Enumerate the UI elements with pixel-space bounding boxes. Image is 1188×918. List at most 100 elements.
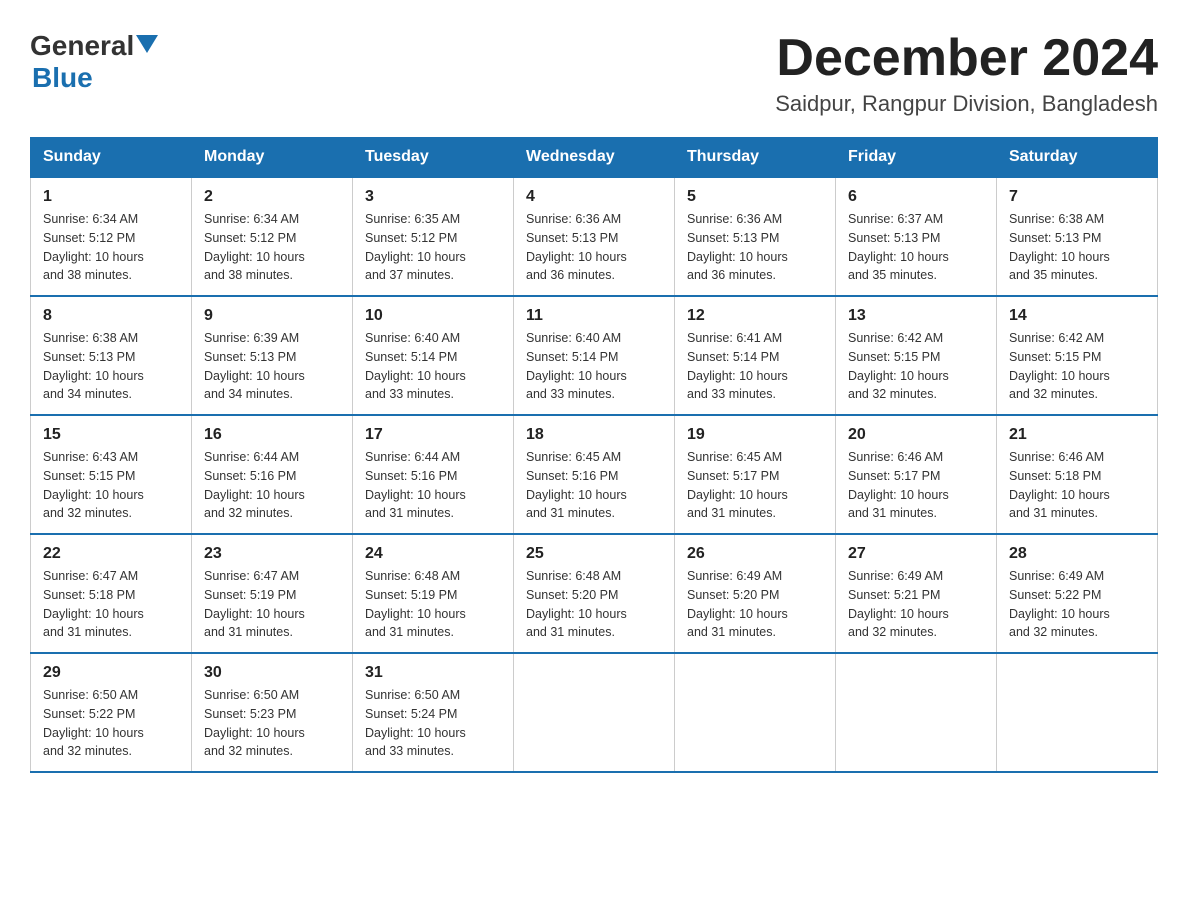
daylight-minutes: and 31 minutes. (204, 625, 293, 639)
sunset-label: Sunset: 5:13 PM (526, 231, 618, 245)
calendar-week-4: 22 Sunrise: 6:47 AM Sunset: 5:18 PM Dayl… (31, 534, 1158, 653)
daylight-label: Daylight: 10 hours (43, 488, 144, 502)
sunrise-label: Sunrise: 6:46 AM (848, 450, 943, 464)
day-info: Sunrise: 6:45 AM Sunset: 5:17 PM Dayligh… (687, 448, 823, 523)
daylight-minutes: and 32 minutes. (43, 744, 132, 758)
day-info: Sunrise: 6:36 AM Sunset: 5:13 PM Dayligh… (687, 210, 823, 285)
daylight-minutes: and 31 minutes. (365, 625, 454, 639)
sunset-label: Sunset: 5:14 PM (526, 350, 618, 364)
header-monday: Monday (192, 138, 353, 178)
sunset-label: Sunset: 5:19 PM (365, 588, 457, 602)
day-info: Sunrise: 6:39 AM Sunset: 5:13 PM Dayligh… (204, 329, 340, 404)
daylight-minutes: and 32 minutes. (848, 387, 937, 401)
calendar-table: Sunday Monday Tuesday Wednesday Thursday… (30, 137, 1158, 773)
day-number: 14 (1009, 307, 1145, 325)
day-info: Sunrise: 6:50 AM Sunset: 5:24 PM Dayligh… (365, 686, 501, 761)
sunrise-label: Sunrise: 6:36 AM (687, 212, 782, 226)
day-info: Sunrise: 6:38 AM Sunset: 5:13 PM Dayligh… (43, 329, 179, 404)
sunrise-label: Sunrise: 6:40 AM (365, 331, 460, 345)
day-info: Sunrise: 6:49 AM Sunset: 5:21 PM Dayligh… (848, 567, 984, 642)
table-row: 21 Sunrise: 6:46 AM Sunset: 5:18 PM Dayl… (997, 415, 1158, 534)
sunrise-label: Sunrise: 6:49 AM (848, 569, 943, 583)
logo-general-text: General (30, 30, 134, 62)
sunset-label: Sunset: 5:13 PM (43, 350, 135, 364)
calendar-week-3: 15 Sunrise: 6:43 AM Sunset: 5:15 PM Dayl… (31, 415, 1158, 534)
daylight-label: Daylight: 10 hours (1009, 607, 1110, 621)
table-row: 30 Sunrise: 6:50 AM Sunset: 5:23 PM Dayl… (192, 653, 353, 772)
daylight-minutes: and 31 minutes. (687, 625, 776, 639)
daylight-label: Daylight: 10 hours (204, 488, 305, 502)
sunrise-label: Sunrise: 6:41 AM (687, 331, 782, 345)
day-info: Sunrise: 6:40 AM Sunset: 5:14 PM Dayligh… (365, 329, 501, 404)
sunset-label: Sunset: 5:13 PM (1009, 231, 1101, 245)
day-info: Sunrise: 6:48 AM Sunset: 5:20 PM Dayligh… (526, 567, 662, 642)
calendar-week-1: 1 Sunrise: 6:34 AM Sunset: 5:12 PM Dayli… (31, 177, 1158, 296)
day-number: 22 (43, 545, 179, 563)
header-saturday: Saturday (997, 138, 1158, 178)
sunset-label: Sunset: 5:13 PM (204, 350, 296, 364)
header-sunday: Sunday (31, 138, 192, 178)
table-row (514, 653, 675, 772)
sunrise-label: Sunrise: 6:38 AM (1009, 212, 1104, 226)
sunrise-label: Sunrise: 6:42 AM (1009, 331, 1104, 345)
table-row: 6 Sunrise: 6:37 AM Sunset: 5:13 PM Dayli… (836, 177, 997, 296)
sunset-label: Sunset: 5:15 PM (1009, 350, 1101, 364)
table-row: 17 Sunrise: 6:44 AM Sunset: 5:16 PM Dayl… (353, 415, 514, 534)
sunset-label: Sunset: 5:15 PM (848, 350, 940, 364)
header-thursday: Thursday (675, 138, 836, 178)
day-info: Sunrise: 6:44 AM Sunset: 5:16 PM Dayligh… (204, 448, 340, 523)
daylight-minutes: and 32 minutes. (1009, 387, 1098, 401)
table-row: 14 Sunrise: 6:42 AM Sunset: 5:15 PM Dayl… (997, 296, 1158, 415)
table-row: 23 Sunrise: 6:47 AM Sunset: 5:19 PM Dayl… (192, 534, 353, 653)
sunrise-label: Sunrise: 6:50 AM (204, 688, 299, 702)
day-info: Sunrise: 6:41 AM Sunset: 5:14 PM Dayligh… (687, 329, 823, 404)
day-info: Sunrise: 6:45 AM Sunset: 5:16 PM Dayligh… (526, 448, 662, 523)
daylight-minutes: and 33 minutes. (526, 387, 615, 401)
header-tuesday: Tuesday (353, 138, 514, 178)
sunset-label: Sunset: 5:18 PM (43, 588, 135, 602)
sunset-label: Sunset: 5:17 PM (687, 469, 779, 483)
sunrise-label: Sunrise: 6:50 AM (365, 688, 460, 702)
sunrise-label: Sunrise: 6:46 AM (1009, 450, 1104, 464)
sunrise-label: Sunrise: 6:48 AM (365, 569, 460, 583)
sunset-label: Sunset: 5:14 PM (687, 350, 779, 364)
sunset-label: Sunset: 5:22 PM (43, 707, 135, 721)
daylight-minutes: and 31 minutes. (1009, 506, 1098, 520)
day-number: 17 (365, 426, 501, 444)
day-number: 2 (204, 188, 340, 206)
sunset-label: Sunset: 5:20 PM (687, 588, 779, 602)
sunset-label: Sunset: 5:19 PM (204, 588, 296, 602)
daylight-label: Daylight: 10 hours (204, 726, 305, 740)
sunset-label: Sunset: 5:14 PM (365, 350, 457, 364)
day-info: Sunrise: 6:46 AM Sunset: 5:18 PM Dayligh… (1009, 448, 1145, 523)
table-row: 13 Sunrise: 6:42 AM Sunset: 5:15 PM Dayl… (836, 296, 997, 415)
daylight-label: Daylight: 10 hours (43, 726, 144, 740)
table-row: 10 Sunrise: 6:40 AM Sunset: 5:14 PM Dayl… (353, 296, 514, 415)
day-number: 31 (365, 664, 501, 682)
daylight-label: Daylight: 10 hours (526, 607, 627, 621)
day-number: 12 (687, 307, 823, 325)
day-number: 3 (365, 188, 501, 206)
day-info: Sunrise: 6:49 AM Sunset: 5:22 PM Dayligh… (1009, 567, 1145, 642)
page-title: December 2024 (775, 30, 1158, 87)
sunrise-label: Sunrise: 6:37 AM (848, 212, 943, 226)
daylight-minutes: and 31 minutes. (43, 625, 132, 639)
table-row: 28 Sunrise: 6:49 AM Sunset: 5:22 PM Dayl… (997, 534, 1158, 653)
calendar-header-row: Sunday Monday Tuesday Wednesday Thursday… (31, 138, 1158, 178)
daylight-label: Daylight: 10 hours (204, 607, 305, 621)
day-number: 7 (1009, 188, 1145, 206)
table-row (997, 653, 1158, 772)
daylight-minutes: and 33 minutes. (687, 387, 776, 401)
day-info: Sunrise: 6:46 AM Sunset: 5:17 PM Dayligh… (848, 448, 984, 523)
daylight-minutes: and 32 minutes. (1009, 625, 1098, 639)
sunrise-label: Sunrise: 6:47 AM (204, 569, 299, 583)
daylight-minutes: and 37 minutes. (365, 268, 454, 282)
daylight-minutes: and 31 minutes. (365, 506, 454, 520)
day-number: 25 (526, 545, 662, 563)
table-row: 1 Sunrise: 6:34 AM Sunset: 5:12 PM Dayli… (31, 177, 192, 296)
header-wednesday: Wednesday (514, 138, 675, 178)
day-info: Sunrise: 6:34 AM Sunset: 5:12 PM Dayligh… (204, 210, 340, 285)
day-info: Sunrise: 6:50 AM Sunset: 5:23 PM Dayligh… (204, 686, 340, 761)
daylight-label: Daylight: 10 hours (1009, 488, 1110, 502)
page-header: General Blue December 2024 Saidpur, Rang… (30, 30, 1158, 117)
